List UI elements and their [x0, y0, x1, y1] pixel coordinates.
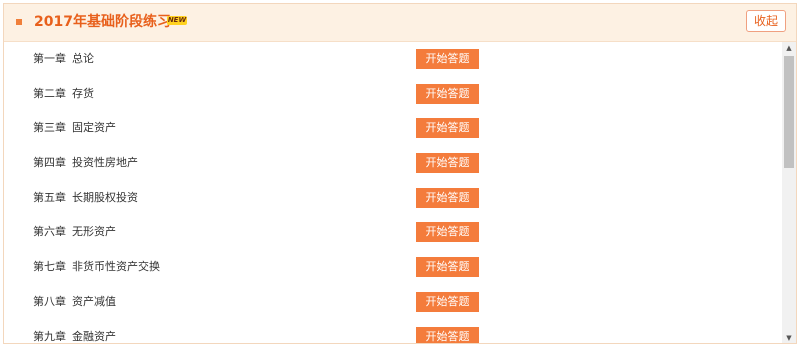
chapter-name: 存货 — [72, 87, 94, 100]
chapter-name: 无形资产 — [72, 225, 116, 238]
list-item: 第六章 无形资产 开始答题 — [4, 215, 780, 249]
list-item: 第三章 固定资产 开始答题 — [4, 111, 780, 145]
chapter-label: 第六章 无形资产 — [33, 223, 116, 241]
chapter-name: 非货币性资产交换 — [72, 260, 160, 273]
chapter-number: 第三章 — [33, 121, 66, 134]
chapter-label: 第一章 总论 — [33, 50, 94, 68]
start-answer-button[interactable]: 开始答题 — [416, 257, 479, 277]
chapter-label: 第四章 投资性房地产 — [33, 154, 138, 172]
chapter-name: 金融资产 — [72, 330, 116, 343]
chapter-name: 固定资产 — [72, 121, 116, 134]
panel-header: 2017年基础阶段练习 NEW 收起 — [4, 4, 796, 42]
chapter-label: 第九章 金融资产 — [33, 328, 116, 343]
chapter-name: 资产减值 — [72, 295, 116, 308]
panel-title: 2017年基础阶段练习 — [34, 14, 171, 30]
chapter-number: 第九章 — [33, 330, 66, 343]
list-item: 第五章 长期股权投资 开始答题 — [4, 181, 780, 215]
chapter-label: 第二章 存货 — [33, 85, 94, 103]
start-answer-button[interactable]: 开始答题 — [416, 49, 479, 69]
list-item: 第八章 资产减值 开始答题 — [4, 285, 780, 319]
list-item: 第一章 总论 开始答题 — [4, 42, 780, 76]
chapter-number: 第六章 — [33, 225, 66, 238]
chapter-label: 第三章 固定资产 — [33, 119, 116, 137]
chapter-number: 第八章 — [33, 295, 66, 308]
start-answer-button[interactable]: 开始答题 — [416, 292, 479, 312]
start-answer-button[interactable]: 开始答题 — [416, 84, 479, 104]
triangle-down-icon[interactable]: ▼ — [782, 332, 796, 343]
list-item: 第二章 存货 开始答题 — [4, 77, 780, 111]
chapter-number: 第一章 — [33, 52, 66, 65]
start-answer-button[interactable]: 开始答题 — [416, 222, 479, 242]
list-item: 第七章 非货币性资产交换 开始答题 — [4, 250, 780, 284]
scrollbar-thumb[interactable] — [784, 56, 794, 168]
chapter-number: 第二章 — [33, 87, 66, 100]
chapter-label: 第七章 非货币性资产交换 — [33, 258, 160, 276]
chapter-number: 第四章 — [33, 156, 66, 169]
start-answer-button[interactable]: 开始答题 — [416, 188, 479, 208]
chapter-label: 第八章 资产减值 — [33, 293, 116, 311]
start-answer-button[interactable]: 开始答题 — [416, 118, 479, 138]
practice-panel: 2017年基础阶段练习 NEW 收起 第一章 总论 开始答题 第二章 存货 开始答题… — [3, 3, 797, 344]
chapter-number: 第七章 — [33, 260, 66, 273]
square-bullet-icon — [16, 19, 22, 25]
new-badge: NEW — [167, 16, 187, 25]
start-answer-button[interactable]: 开始答题 — [416, 327, 479, 343]
chapter-name: 投资性房地产 — [72, 156, 138, 169]
chapter-number: 第五章 — [33, 191, 66, 204]
start-answer-button[interactable]: 开始答题 — [416, 153, 479, 173]
chapter-label: 第五章 长期股权投资 — [33, 189, 138, 207]
vertical-scrollbar[interactable]: ▲ ▼ — [782, 42, 796, 343]
collapse-button[interactable]: 收起 — [746, 10, 786, 32]
chapter-name: 总论 — [72, 52, 94, 65]
triangle-up-icon[interactable]: ▲ — [782, 42, 796, 54]
chapter-list: 第一章 总论 开始答题 第二章 存货 开始答题 第三章 固定资产 开始答题 第四章 投资… — [4, 42, 780, 343]
chapter-name: 长期股权投资 — [72, 191, 138, 204]
list-item: 第四章 投资性房地产 开始答题 — [4, 146, 780, 180]
list-item: 第九章 金融资产 开始答题 — [4, 320, 780, 343]
